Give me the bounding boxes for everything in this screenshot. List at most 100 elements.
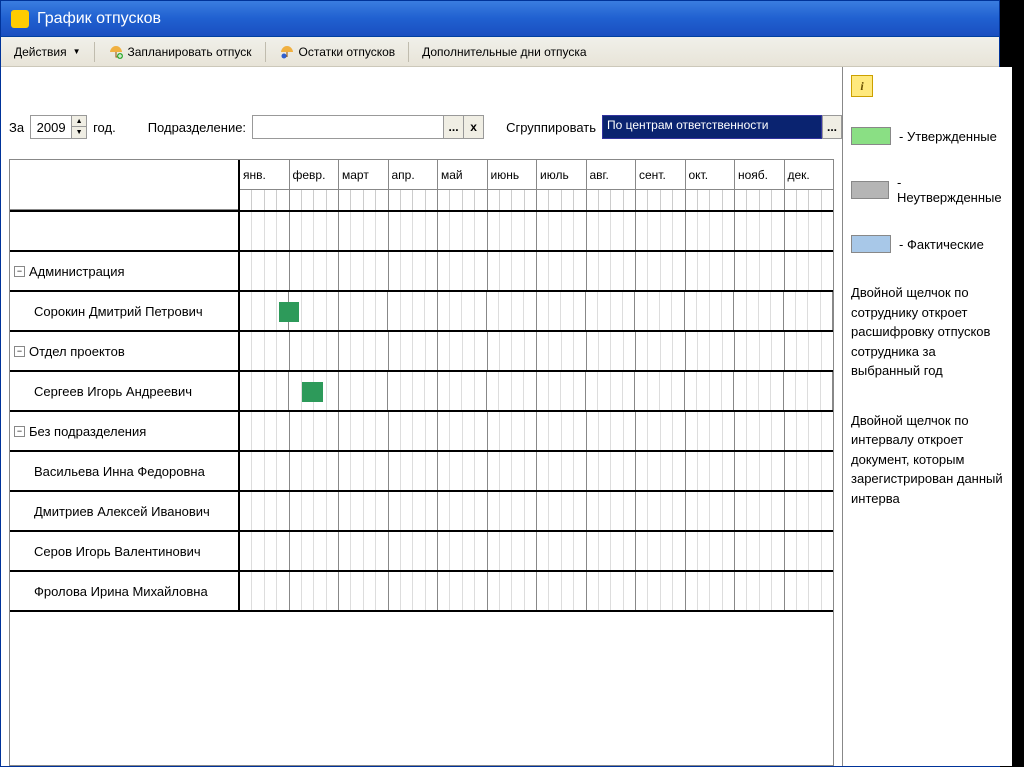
group-row[interactable]: −Отдел проектов bbox=[10, 332, 833, 372]
month-header-cell: авг. bbox=[587, 160, 637, 189]
collapse-button[interactable]: − bbox=[14, 266, 25, 277]
group-row[interactable]: −Администрация bbox=[10, 252, 833, 292]
tick-group bbox=[290, 190, 340, 210]
person-row[interactable]: Дмитриев Алексей Иванович bbox=[10, 492, 833, 532]
additional-days-button[interactable]: Дополнительные дни отпуска bbox=[413, 40, 595, 64]
timeline-cell[interactable] bbox=[240, 492, 833, 530]
tick-group bbox=[339, 190, 389, 210]
month-header-cell: май bbox=[438, 160, 488, 189]
tick-group bbox=[636, 190, 686, 210]
row-name-cell[interactable]: Сорокин Дмитрий Петрович bbox=[10, 292, 240, 330]
toolbar: Действия ▼ Запланировать отпуск Остатки … bbox=[1, 37, 999, 67]
vacation-balance-label: Остатки отпусков bbox=[299, 45, 396, 59]
timeline-cell[interactable] bbox=[240, 532, 833, 570]
additional-days-label: Дополнительные дни отпуска bbox=[422, 45, 586, 59]
separator bbox=[265, 42, 266, 62]
row-name-cell[interactable]: −Администрация bbox=[10, 252, 240, 290]
year-input[interactable] bbox=[31, 120, 71, 135]
dept-label: Подразделение: bbox=[148, 120, 246, 135]
year-down-button[interactable]: ▼ bbox=[72, 127, 86, 138]
person-row[interactable]: Серов Игорь Валентинович bbox=[10, 532, 833, 572]
row-name-cell[interactable]: Васильева Инна Федоровна bbox=[10, 452, 240, 490]
month-header-cell: сент. bbox=[636, 160, 686, 189]
vacation-bar[interactable] bbox=[302, 382, 323, 402]
row-name-cell[interactable]: −Отдел проектов bbox=[10, 332, 240, 370]
info-icon[interactable]: i bbox=[851, 75, 873, 97]
chevron-down-icon: ▼ bbox=[73, 47, 81, 56]
group-select[interactable]: По центрам ответственности bbox=[602, 115, 822, 139]
legend-actual: - Фактические bbox=[851, 235, 1004, 253]
row-label: Отдел проектов bbox=[29, 344, 125, 359]
gantt-body[interactable]: −АдминистрацияСорокин Дмитрий Петрович−О… bbox=[10, 212, 833, 765]
filter-row: За ▲ ▼ год. Подразделение: ... x С bbox=[9, 75, 842, 159]
row-label: Серов Игорь Валентинович bbox=[34, 544, 201, 559]
plan-vacation-label: Запланировать отпуск bbox=[128, 45, 252, 59]
row-label: Сергеев Игорь Андреевич bbox=[34, 384, 192, 399]
collapse-button[interactable]: − bbox=[14, 426, 25, 437]
group-select-button[interactable]: ... bbox=[822, 115, 842, 139]
month-header-cell: нояб. bbox=[735, 160, 785, 189]
umbrella-plus-icon bbox=[108, 44, 124, 60]
titlebar: График отпусков bbox=[1, 1, 999, 37]
timeline-cell[interactable] bbox=[240, 332, 833, 370]
actions-menu-button[interactable]: Действия ▼ bbox=[5, 40, 90, 64]
dept-input[interactable] bbox=[253, 116, 443, 138]
side-panel: i - Утвержденные - Неутвержденные - Факт… bbox=[842, 67, 1012, 766]
tick-group bbox=[735, 190, 785, 210]
timeline-cell[interactable] bbox=[240, 452, 833, 490]
row-name-cell[interactable]: −Без подразделения bbox=[10, 412, 240, 450]
timeline-cell[interactable] bbox=[240, 212, 833, 250]
gantt-header: янв.февр.мартапр.майиюньиюльавг.сент.окт… bbox=[10, 160, 833, 212]
row-label: Сорокин Дмитрий Петрович bbox=[34, 304, 203, 319]
timeline-cell[interactable] bbox=[240, 412, 833, 450]
separator bbox=[94, 42, 95, 62]
month-header-cell: апр. bbox=[389, 160, 439, 189]
swatch-approved bbox=[851, 127, 891, 145]
dept-input-wrap: ... x bbox=[252, 115, 484, 139]
timeline-cell[interactable] bbox=[240, 292, 833, 330]
month-header-cell: март bbox=[339, 160, 389, 189]
month-header-cell: окт. bbox=[686, 160, 736, 189]
vacation-bar[interactable] bbox=[279, 302, 300, 322]
person-row[interactable]: Васильева Инна Федоровна bbox=[10, 452, 833, 492]
legend-unapproved: - Неутвержденные bbox=[851, 175, 1004, 205]
timeline-cell[interactable] bbox=[240, 572, 833, 610]
group-label: Сгруппировать bbox=[506, 120, 596, 135]
separator bbox=[408, 42, 409, 62]
swatch-unapproved bbox=[851, 181, 889, 199]
group-row[interactable]: −Без подразделения bbox=[10, 412, 833, 452]
main-window: График отпусков Действия ▼ Запланировать… bbox=[0, 0, 1000, 767]
main-area: За ▲ ▼ год. Подразделение: ... x С bbox=[1, 67, 842, 766]
person-row[interactable]: Фролова Ирина Михайловна bbox=[10, 572, 833, 612]
dept-clear-button[interactable]: x bbox=[463, 116, 483, 138]
person-row[interactable]: Сорокин Дмитрий Петрович bbox=[10, 292, 833, 332]
row-name-cell[interactable]: Фролова Ирина Михайловна bbox=[10, 572, 240, 610]
tick-group bbox=[438, 190, 488, 210]
timeline-cell[interactable] bbox=[240, 372, 833, 410]
vacation-balance-button[interactable]: Остатки отпусков bbox=[270, 40, 405, 64]
year-spinner[interactable]: ▲ ▼ bbox=[30, 115, 87, 139]
gantt-chart: янв.февр.мартапр.майиюньиюльавг.сент.окт… bbox=[9, 159, 834, 766]
row-label: Васильева Инна Федоровна bbox=[34, 464, 205, 479]
row-name-cell[interactable]: Сергеев Игорь Андреевич bbox=[10, 372, 240, 410]
year-up-button[interactable]: ▲ bbox=[72, 116, 86, 127]
row-label: Администрация bbox=[29, 264, 125, 279]
legend-approved: - Утвержденные bbox=[851, 127, 1004, 145]
timeline-cell[interactable] bbox=[240, 252, 833, 290]
umbrella-person-icon bbox=[279, 44, 295, 60]
tick-group bbox=[488, 190, 538, 210]
row-label: Без подразделения bbox=[29, 424, 146, 439]
row-name-cell[interactable]: Дмитриев Алексей Иванович bbox=[10, 492, 240, 530]
app-icon bbox=[11, 10, 29, 28]
legend-approved-label: - Утвержденные bbox=[899, 129, 997, 144]
collapse-button[interactable]: − bbox=[14, 346, 25, 357]
window-title: График отпусков bbox=[37, 10, 161, 28]
dept-select-button[interactable]: ... bbox=[443, 116, 463, 138]
plan-vacation-button[interactable]: Запланировать отпуск bbox=[99, 40, 261, 64]
tick-group bbox=[240, 190, 290, 210]
tick-group bbox=[587, 190, 637, 210]
months-header: янв.февр.мартапр.майиюньиюльавг.сент.окт… bbox=[240, 160, 833, 190]
row-name-cell[interactable]: Серов Игорь Валентинович bbox=[10, 532, 240, 570]
person-row[interactable]: Сергеев Игорь Андреевич bbox=[10, 372, 833, 412]
swatch-actual bbox=[851, 235, 891, 253]
